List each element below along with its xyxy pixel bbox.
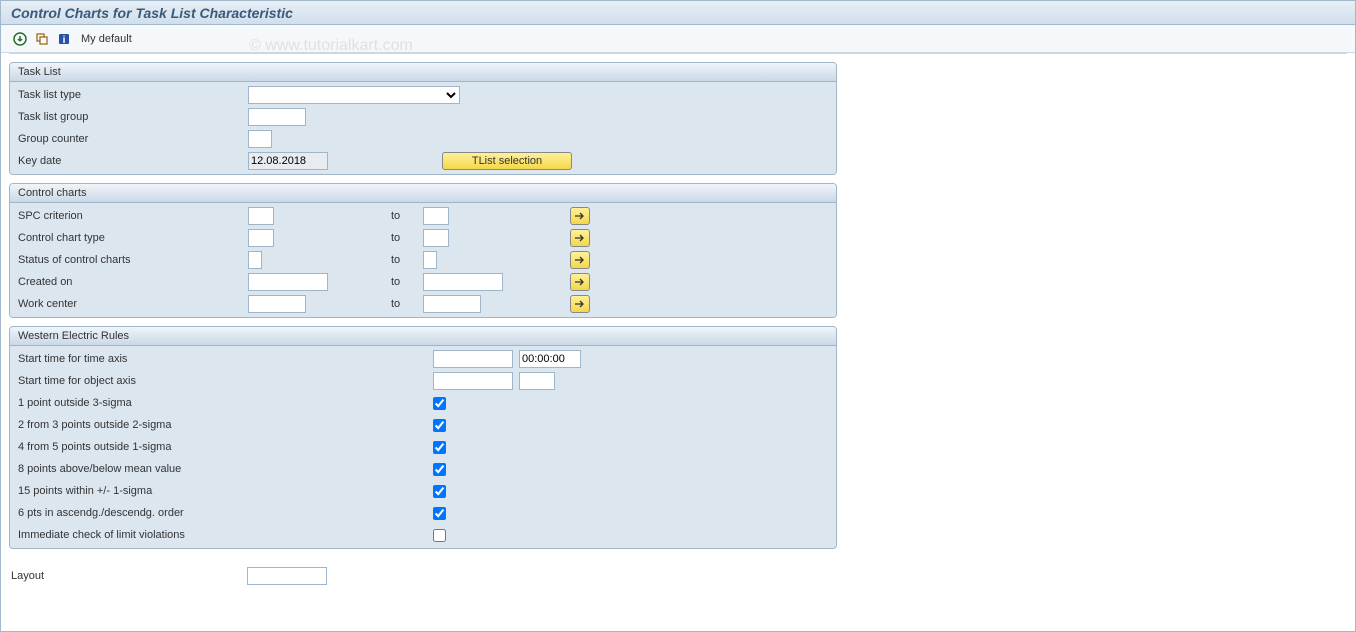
rule6-label: 6 pts in ascendg./descendg. order [18, 507, 433, 519]
rule7-label: Immediate check of limit violations [18, 529, 433, 541]
key-date-input[interactable] [248, 152, 328, 170]
to-label: to [383, 298, 423, 310]
task-list-group-label: Task list group [18, 111, 248, 123]
rule3-label: 4 from 5 points outside 1-sigma [18, 441, 433, 453]
rule2-label: 2 from 3 points outside 2-sigma [18, 419, 433, 431]
workcenter-from-input[interactable] [248, 295, 306, 313]
status-label: Status of control charts [18, 254, 248, 266]
task-list-group-input[interactable] [248, 108, 306, 126]
cctype-from-input[interactable] [248, 229, 274, 247]
to-label: to [383, 232, 423, 244]
created-multi-button[interactable] [570, 273, 590, 291]
status-multi-button[interactable] [570, 251, 590, 269]
workcenter-multi-button[interactable] [570, 295, 590, 313]
start-obj-axis-input1[interactable] [433, 372, 513, 390]
status-from-input[interactable] [248, 251, 262, 269]
created-label: Created on [18, 276, 248, 288]
rule5-checkbox[interactable] [433, 485, 446, 498]
wer-header: Western Electric Rules [10, 327, 836, 346]
control-charts-group: Control charts SPC criterion to Control … [9, 183, 837, 318]
tlist-selection-label: TList selection [472, 155, 542, 167]
task-list-header: Task List [10, 63, 836, 82]
rule4-checkbox[interactable] [433, 463, 446, 476]
start-obj-axis-input2[interactable] [519, 372, 555, 390]
svg-text:i: i [63, 35, 66, 46]
page-title-text: Control Charts for Task List Characteris… [11, 5, 293, 21]
start-obj-axis-label: Start time for object axis [18, 375, 433, 387]
layout-input[interactable] [247, 567, 327, 585]
rule4-label: 8 points above/below mean value [18, 463, 433, 475]
created-from-input[interactable] [248, 273, 328, 291]
task-list-group: Task List Task list type Task list group… [9, 62, 837, 175]
rule3-checkbox[interactable] [433, 441, 446, 454]
cctype-to-input[interactable] [423, 229, 449, 247]
workcenter-label: Work center [18, 298, 248, 310]
created-to-input[interactable] [423, 273, 503, 291]
wer-group: Western Electric Rules Start time for ti… [9, 326, 837, 549]
my-default-button[interactable]: My default [81, 33, 132, 45]
to-label: to [383, 276, 423, 288]
tlist-selection-button[interactable]: TList selection [442, 152, 572, 170]
variant-icon[interactable] [33, 30, 51, 48]
workcenter-to-input[interactable] [423, 295, 481, 313]
to-label: to [383, 210, 423, 222]
rule2-checkbox[interactable] [433, 419, 446, 432]
key-date-label: Key date [18, 155, 248, 167]
execute-icon[interactable] [11, 30, 29, 48]
rule1-label: 1 point outside 3-sigma [18, 397, 433, 409]
rule7-checkbox[interactable] [433, 529, 446, 542]
cctype-label: Control chart type [18, 232, 248, 244]
rule1-checkbox[interactable] [433, 397, 446, 410]
rule5-label: 15 points within +/- 1-sigma [18, 485, 433, 497]
layout-row: Layout [1, 567, 1355, 589]
to-label: to [383, 254, 423, 266]
toolbar: i My default [1, 25, 1355, 53]
start-time-axis-label: Start time for time axis [18, 353, 433, 365]
task-list-type-select[interactable] [248, 86, 460, 104]
info-icon[interactable]: i [55, 30, 73, 48]
spc-multi-button[interactable] [570, 207, 590, 225]
start-time-axis-date-input[interactable] [433, 350, 513, 368]
spc-from-input[interactable] [248, 207, 274, 225]
page-title: Control Charts for Task List Characteris… [1, 1, 1355, 25]
start-time-axis-time-input[interactable] [519, 350, 581, 368]
group-counter-label: Group counter [18, 133, 248, 145]
rule6-checkbox[interactable] [433, 507, 446, 520]
layout-label: Layout [11, 570, 247, 582]
spc-criterion-label: SPC criterion [18, 210, 248, 222]
group-counter-input[interactable] [248, 130, 272, 148]
spc-to-input[interactable] [423, 207, 449, 225]
cctype-multi-button[interactable] [570, 229, 590, 247]
control-charts-header: Control charts [10, 184, 836, 203]
status-to-input[interactable] [423, 251, 437, 269]
task-list-type-label: Task list type [18, 89, 248, 101]
